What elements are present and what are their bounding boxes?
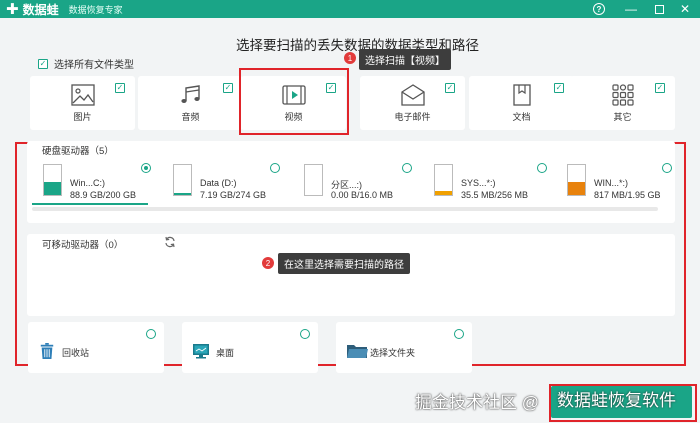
recycle-bin-icon — [40, 343, 54, 359]
image-icon — [70, 84, 95, 106]
location-label: 选择文件夹 — [370, 348, 416, 358]
drive-radio[interactable] — [537, 163, 547, 173]
callout-1-text: 选择扫描【视频】 — [359, 49, 451, 70]
hard-drive-section-title: 硬盘驱动器（5） — [42, 146, 114, 157]
help-icon: ? — [593, 3, 605, 15]
video-highlight-box — [239, 68, 349, 135]
watermark-brand: 数据蛙恢复软件 — [557, 391, 676, 410]
location-label: 桌面 — [216, 348, 235, 358]
location-label: 回收站 — [62, 348, 90, 358]
watermark-text: 掘金技术社区 @ — [415, 388, 539, 413]
document-icon — [512, 84, 531, 106]
drive-size: 35.5 MB/256 MB — [461, 190, 529, 200]
removable-drive-section-title: 可移动驱动器（0） — [42, 240, 124, 251]
other-icon — [611, 84, 634, 106]
removable-drive-section — [27, 234, 675, 316]
selected-drive-indicator — [32, 203, 148, 205]
drive-icon — [43, 164, 62, 196]
location-recycle-bin[interactable]: 回收站 — [28, 322, 164, 373]
email-checkbox[interactable]: ✓ — [445, 83, 455, 93]
file-type-label: 其它 — [613, 112, 632, 122]
close-icon: ✕ — [679, 2, 691, 16]
drive-icon — [173, 164, 192, 196]
file-type-other[interactable]: ✓ 其它 — [570, 76, 675, 130]
file-type-label: 文档 — [512, 112, 531, 122]
close-button[interactable]: ✕ — [674, 0, 696, 18]
drive-size: 0.00 B/16.0 MB — [331, 190, 394, 200]
location-choose-folder[interactable]: 选择文件夹 — [336, 322, 472, 373]
drive-name: WIN...*:) — [594, 178, 628, 188]
location-radio[interactable] — [454, 329, 464, 339]
refresh-icon[interactable] — [164, 236, 176, 248]
drive-radio[interactable] — [402, 163, 412, 173]
maximize-icon — [654, 4, 664, 14]
file-type-audio[interactable]: ✓ 音频 — [138, 76, 243, 130]
drive-name: Data (D:) — [200, 178, 237, 188]
drive-radio-selected[interactable] — [141, 163, 151, 173]
music-icon — [180, 85, 200, 103]
help-button[interactable]: ? — [588, 0, 610, 18]
drive-item[interactable]: WIN...*:) 817 MB/1.95 GB — [567, 160, 667, 204]
document-checkbox[interactable]: ✓ — [554, 83, 564, 93]
app-name: 数据蛙 — [22, 2, 59, 17]
title-bar: ✚ 数据蛙 数据恢复专家 ? — ✕ — [0, 0, 700, 18]
file-type-email[interactable]: ✓ 电子邮件 — [360, 76, 465, 130]
location-desktop[interactable]: 桌面 — [182, 322, 318, 373]
watermark-community: 掘金技术社区 — [415, 393, 517, 412]
drive-size: 817 MB/1.95 GB — [594, 190, 661, 200]
file-type-image[interactable]: ✓ 图片 — [30, 76, 135, 130]
drive-name: SYS...*:) — [461, 178, 496, 188]
drive-radio[interactable] — [270, 163, 280, 173]
maximize-button[interactable] — [648, 0, 670, 18]
select-all-checkbox[interactable]: ✓ 选择所有文件类型 — [38, 56, 134, 71]
app-subtitle: 数据恢复专家 — [68, 4, 123, 15]
file-type-label: 图片 — [73, 112, 92, 122]
email-icon — [400, 84, 425, 106]
drive-item[interactable]: SYS...*:) 35.5 MB/256 MB — [434, 160, 554, 204]
drive-icon — [567, 164, 586, 196]
watermark-at: @ — [521, 393, 539, 412]
folder-icon — [347, 345, 368, 358]
minimize-icon: — — [625, 2, 637, 16]
desktop-icon — [193, 344, 209, 359]
drive-size: 7.19 GB/274 GB — [200, 190, 267, 200]
file-type-label: 音频 — [181, 112, 200, 122]
drive-icon — [304, 164, 323, 196]
checkbox-check-icon: ✓ — [38, 58, 48, 69]
drive-size: 88.9 GB/200 GB — [70, 190, 137, 200]
minimize-button[interactable]: — — [620, 0, 642, 18]
callout-2-text: 在这里选择需要扫描的路径 — [278, 253, 410, 274]
app-logo: ✚ 数据蛙 — [6, 1, 59, 18]
callout-1-number: 1 — [344, 52, 356, 64]
audio-checkbox[interactable]: ✓ — [223, 83, 233, 93]
file-type-document[interactable]: ✓ 文档 — [469, 76, 574, 130]
drive-radio[interactable] — [662, 163, 672, 173]
image-checkbox[interactable]: ✓ — [115, 83, 125, 93]
logo-icon: ✚ — [6, 0, 19, 18]
select-all-label: 选择所有文件类型 — [54, 60, 134, 71]
drive-list-scrollbar[interactable] — [32, 207, 658, 211]
other-checkbox[interactable]: ✓ — [655, 83, 665, 93]
drive-name: Win...C:) — [70, 178, 105, 188]
file-type-label: 电子邮件 — [394, 112, 431, 122]
location-radio[interactable] — [146, 329, 156, 339]
drive-icon — [434, 164, 453, 196]
callout-2-number: 2 — [262, 257, 274, 269]
location-radio[interactable] — [300, 329, 310, 339]
